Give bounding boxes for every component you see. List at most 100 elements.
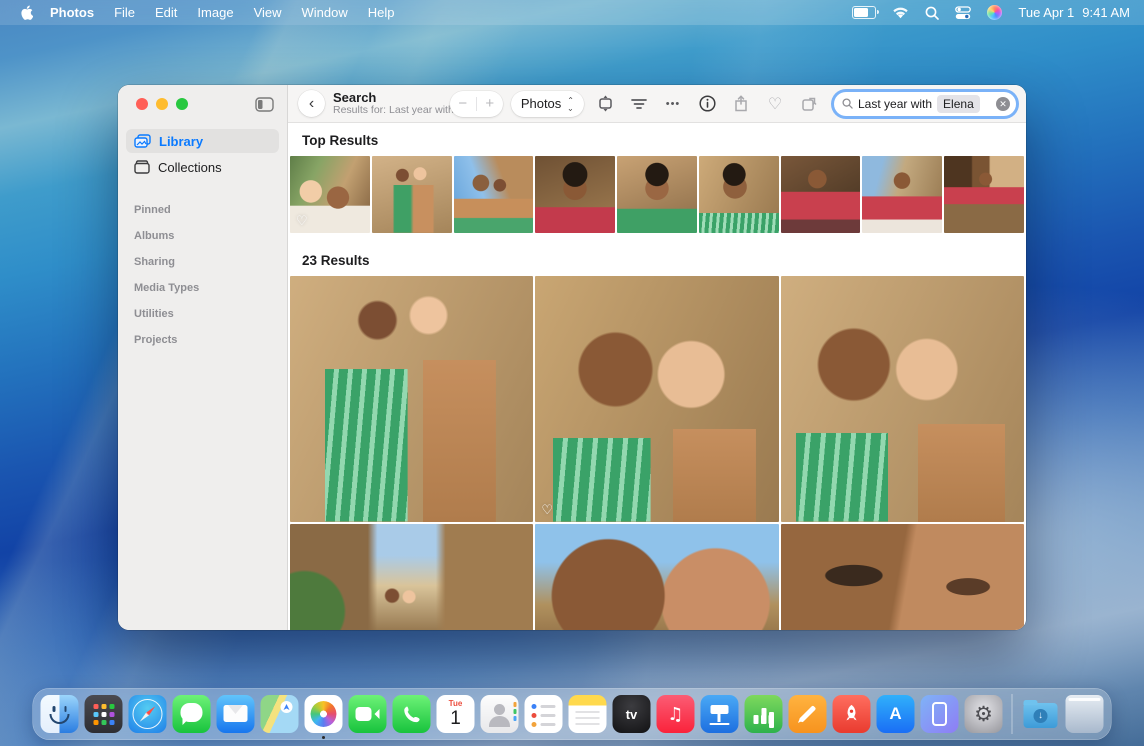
sidebar-section-projects[interactable]: Projects (134, 327, 271, 353)
view-select-dropdown[interactable]: Photos ⌃⌃ (511, 91, 584, 117)
more-options-button[interactable]: ••• (660, 91, 686, 117)
menu-bar-time: 9:41 AM (1082, 5, 1130, 20)
menu-item-image[interactable]: Image (188, 3, 242, 22)
siri-apple-intelligence-icon[interactable] (987, 5, 1002, 20)
menu-item-view[interactable]: View (245, 3, 291, 22)
toolbar: ‹ Search Results for: Last year with Ele… (288, 85, 1026, 123)
dock-phone-icon[interactable] (393, 695, 431, 733)
dock-contacts-icon[interactable] (481, 695, 519, 733)
clear-search-button[interactable]: ✕ (996, 97, 1010, 111)
dock-pages-icon[interactable] (789, 695, 827, 733)
zoom-out-button[interactable]: − (450, 95, 476, 112)
photo[interactable] (290, 276, 533, 522)
window-main: ‹ Search Results for: Last year with Ele… (288, 85, 1026, 630)
menu-bar-clock[interactable]: Tue Apr 1 9:41 AM (1018, 5, 1130, 20)
search-token[interactable]: Elena (937, 95, 980, 113)
photo-thumbnail[interactable]: ♡ (290, 156, 370, 233)
top-results-header: Top Results (288, 123, 1026, 156)
wifi-icon[interactable] (892, 6, 909, 19)
dock-numbers-icon[interactable] (745, 695, 783, 733)
control-center-icon[interactable] (955, 6, 971, 20)
photo[interactable] (781, 276, 1024, 522)
library-icon (134, 134, 151, 148)
dock-calendar-icon[interactable]: Tue 1 (437, 695, 475, 733)
close-window-button[interactable] (136, 98, 148, 110)
photo-thumbnail[interactable] (617, 156, 697, 233)
dock-tv-icon[interactable]: tv (613, 695, 651, 733)
favorite-button[interactable]: ♡ (762, 91, 788, 117)
dock-iphone-mirroring-icon[interactable] (921, 695, 959, 733)
apple-logo-icon[interactable] (14, 5, 39, 20)
minimize-window-button[interactable] (156, 98, 168, 110)
search-icon (842, 98, 853, 109)
download-arrow-icon: ↓ (1034, 709, 1048, 723)
aspect-ratio-button[interactable] (592, 91, 618, 117)
dock-downloads-icon[interactable]: ↓ (1022, 695, 1060, 733)
share-button[interactable] (728, 91, 754, 117)
dock-keynote-icon[interactable] (701, 695, 739, 733)
menu-bar: Photos File Edit Image View Window Help … (0, 0, 1144, 25)
menu-item-edit[interactable]: Edit (146, 3, 186, 22)
photo[interactable] (290, 524, 533, 630)
sidebar-item-label: Library (159, 134, 203, 149)
photo-thumbnail[interactable] (699, 156, 779, 233)
sidebar-section-pinned[interactable]: Pinned (134, 197, 271, 223)
dock-safari-icon[interactable] (129, 695, 167, 733)
sidebar-section-media-types[interactable]: Media Types (134, 275, 271, 301)
sidebar-section-utilities[interactable]: Utilities (134, 301, 271, 327)
results-content: Top Results ♡ 23 Results ♡ (288, 123, 1026, 630)
dock-maps-icon[interactable] (261, 695, 299, 733)
zoom-window-button[interactable] (176, 98, 188, 110)
photo-thumbnail[interactable] (454, 156, 534, 233)
menu-item-help[interactable]: Help (359, 3, 404, 22)
photo-thumbnail[interactable] (781, 156, 861, 233)
filter-sort-button[interactable] (626, 91, 652, 117)
photo-thumbnail[interactable] (862, 156, 942, 233)
photo[interactable]: ♡ (535, 276, 778, 522)
dock-app-store-icon[interactable]: A (877, 695, 915, 733)
music-note-icon: ♫ (667, 704, 683, 725)
sidebar-item-label: Collections (158, 160, 222, 175)
photo[interactable] (781, 524, 1024, 630)
search-query-text: Last year with (858, 97, 932, 111)
dock-launchpad-icon[interactable] (85, 695, 123, 733)
rotate-button[interactable] (796, 91, 822, 117)
dock-music-icon[interactable]: ♫ (657, 695, 695, 733)
photo-thumbnail[interactable] (944, 156, 1024, 233)
dock-mail-icon[interactable] (217, 695, 255, 733)
dock-system-settings-icon[interactable]: ⚙ (965, 695, 1003, 733)
dock-photos-icon[interactable] (305, 695, 343, 733)
sidebar-section-albums[interactable]: Albums (134, 223, 271, 249)
sidebar-section-sharing[interactable]: Sharing (134, 249, 271, 275)
sidebar-toggle-icon[interactable] (253, 95, 275, 113)
gear-icon: ⚙ (974, 702, 993, 726)
dock: Tue 1 tv ♫ A ⚙ ↓ (33, 688, 1112, 740)
window-controls (136, 98, 188, 110)
photo[interactable] (535, 524, 778, 630)
top-results-row: ♡ (288, 156, 1026, 233)
menu-item-file[interactable]: File (105, 3, 144, 22)
menu-item-window[interactable]: Window (293, 3, 357, 22)
dock-reminders-icon[interactable] (525, 695, 563, 733)
photo-thumbnail[interactable] (535, 156, 615, 233)
info-button[interactable] (694, 91, 720, 117)
zoom-in-button[interactable]: + (477, 95, 503, 112)
photo-thumbnail[interactable] (372, 156, 452, 233)
calendar-day-name: Tue (449, 700, 463, 708)
spotlight-search-icon[interactable] (925, 6, 939, 20)
dock-trash-icon[interactable] (1066, 695, 1104, 733)
search-input[interactable]: Last year with Elena ✕ (834, 92, 1016, 116)
dock-finder-icon[interactable] (41, 695, 79, 733)
sidebar-item-collections[interactable]: Collections (126, 155, 279, 179)
back-chevron-icon: ‹ (309, 95, 314, 113)
dock-rocket-app-icon[interactable] (833, 695, 871, 733)
menu-bar-date: Tue Apr 1 (1018, 5, 1074, 20)
dock-notes-icon[interactable] (569, 695, 607, 733)
page-title: Search (333, 91, 442, 105)
menu-app-name[interactable]: Photos (41, 3, 103, 22)
dock-facetime-icon[interactable] (349, 695, 387, 733)
battery-icon[interactable] (852, 6, 876, 19)
back-button[interactable]: ‹ (298, 90, 325, 117)
dock-messages-icon[interactable] (173, 695, 211, 733)
sidebar-item-library[interactable]: Library (126, 129, 279, 153)
